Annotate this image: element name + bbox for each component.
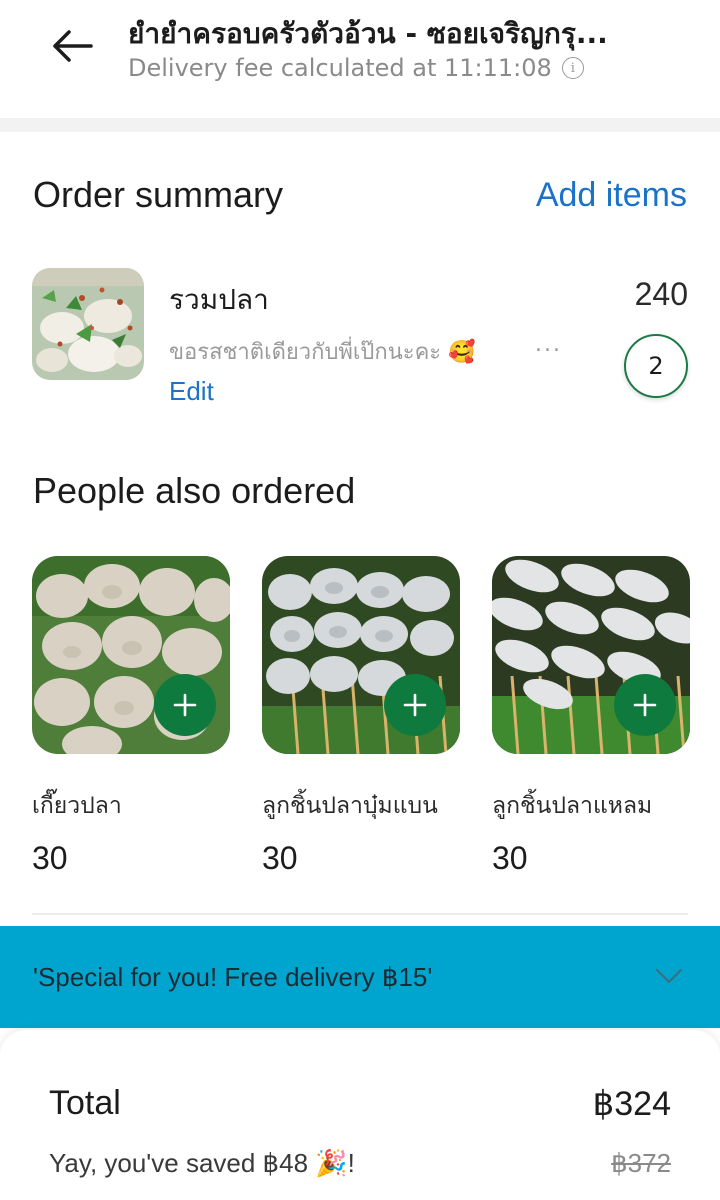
recommended-item[interactable]: ลูกชิ้นปลาบุ๋มแบน 30	[262, 556, 460, 876]
note-ellipsis: ...	[535, 332, 562, 357]
plus-icon	[173, 693, 197, 717]
delivery-fee-text: Delivery fee calculated at 11:11:08	[128, 54, 552, 82]
add-recommended-button[interactable]	[614, 674, 676, 736]
info-icon[interactable]: i	[561, 57, 584, 79]
recommended-item-name: ลูกชิ้นปลาบุ๋มแบน	[262, 793, 438, 819]
edit-item-link[interactable]: Edit	[169, 376, 214, 407]
delivery-fee-note: Delivery fee calculated at 11:11:08 i	[128, 54, 584, 82]
add-recommended-button[interactable]	[154, 674, 216, 736]
plus-icon	[633, 693, 657, 717]
recommended-item-name: ลูกชิ้นปลาแหลม	[492, 793, 653, 819]
promo-banner[interactable]: 'Special for you! Free delivery ฿15'	[0, 926, 720, 1028]
people-also-ordered-title: People also ordered	[33, 470, 356, 511]
order-summary-title: Order summary	[33, 174, 284, 215]
recommended-item[interactable]: เกี๊ยวปลา 30	[32, 556, 230, 876]
back-button[interactable]	[46, 22, 98, 70]
recommended-item-price: 30	[262, 840, 298, 876]
total-value: ฿324	[592, 1085, 671, 1123]
restaurant-title: ยำยำครอบครัวตัวอ้วน - ซอยเจริญกรุ...	[128, 17, 608, 50]
order-item: รวมปลา ขอรสชาติเดียวกับพี่เป๊กนะคะ 🥰 ...…	[32, 268, 688, 406]
recommended-item[interactable]: ลูกชิ้นปลาแหลม 30	[492, 556, 690, 876]
add-recommended-button[interactable]	[384, 674, 446, 736]
promo-text: 'Special for you! Free delivery ฿15'	[33, 962, 433, 992]
header: ยำยำครอบครัวตัวอ้วน - ซอยเจริญกรุ... Del…	[0, 0, 720, 118]
recommended-item-image	[32, 556, 230, 754]
recommended-item-price: 30	[492, 840, 528, 876]
recommended-item-name: เกี๊ยวปลา	[32, 793, 122, 819]
total-label: Total	[49, 1084, 121, 1122]
arrow-left-icon	[53, 30, 93, 62]
order-item-image	[32, 268, 144, 380]
savings-message: Yay, you've saved ฿48 🎉!	[49, 1148, 355, 1178]
section-separator	[0, 118, 720, 132]
original-price: ฿372	[611, 1148, 671, 1178]
order-item-name: รวมปลา	[169, 283, 269, 316]
recommended-item-image	[262, 556, 460, 754]
quantity-badge[interactable]: 2	[624, 334, 688, 398]
order-item-note: ขอรสชาติเดียวกับพี่เป๊กนะคะ 🥰	[169, 340, 476, 365]
plus-icon	[403, 693, 427, 717]
add-items-link[interactable]: Add items	[536, 176, 687, 215]
recommended-item-image	[492, 556, 690, 754]
recommended-item-price: 30	[32, 840, 68, 876]
totals-sheet: Total ฿324 Yay, you've saved ฿48 🎉! ฿372	[0, 1030, 720, 1200]
divider	[32, 913, 688, 915]
order-item-price: 240	[634, 276, 688, 312]
chevron-down-icon[interactable]	[654, 964, 684, 988]
